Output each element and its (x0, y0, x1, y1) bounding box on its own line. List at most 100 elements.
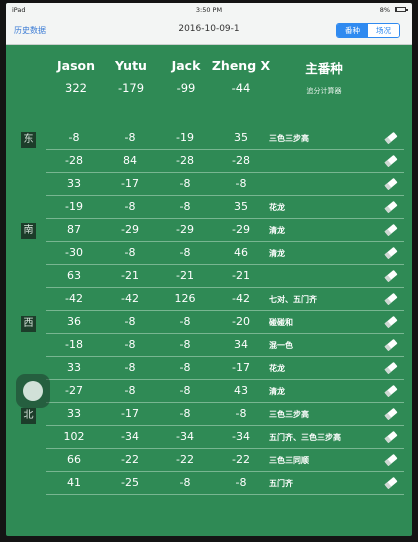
round-row[interactable]: 66 -22 -22 -22 三色三同顺 (46, 449, 404, 472)
score-cell: -8 (124, 361, 136, 374)
round-row[interactable]: 33 -17 -8 -8 (46, 173, 404, 196)
score-cell: -22 (121, 453, 139, 466)
score-cell: -8 (179, 361, 191, 374)
round-row[interactable]: -28 84 -28 -28 (46, 150, 404, 173)
score-cell: -18 (65, 338, 83, 351)
round-row[interactable]: -30 -8 -8 46 清龙 (46, 242, 404, 265)
segment-hand-types[interactable]: 番种 (337, 24, 368, 37)
round-row[interactable]: 36 -8 -8 -20 碰碰和 (46, 311, 404, 334)
score-cell: 87 (67, 223, 81, 236)
score-cell: -8 (179, 200, 191, 213)
eraser-icon[interactable] (384, 178, 398, 191)
score-cell: -28 (65, 154, 83, 167)
score-cell: -17 (121, 177, 139, 190)
score-cell: 43 (234, 384, 248, 397)
score-cell: 66 (67, 453, 81, 466)
score-cell: -19 (65, 200, 83, 213)
score-cell: -8 (179, 384, 191, 397)
round-list: -8 -8 -19 35 三色三步高 -28 84 -28 -28 33 -17 -8 -8 -19 -8-… (46, 127, 404, 495)
score-cell: -8 (124, 315, 136, 328)
segment-game-status[interactable]: 场况 (368, 24, 399, 37)
score-cell: -34 (232, 430, 250, 443)
hand-type-label: 五门齐 (269, 479, 293, 488)
score-calculator-link[interactable]: 追分计算器 (284, 86, 364, 96)
round-row[interactable]: -27 -8 -8 43 清龙 (46, 380, 404, 403)
battery-icon (395, 7, 408, 12)
score-cell: -8 (124, 200, 136, 213)
eraser-icon[interactable] (384, 385, 398, 398)
eraser-icon[interactable] (384, 247, 398, 260)
score-cell: -8 (179, 476, 191, 489)
score-cell: 102 (63, 430, 85, 443)
score-cell: -8 (179, 407, 191, 420)
assistive-touch-button[interactable] (16, 374, 50, 408)
score-cell: -8 (68, 131, 80, 144)
round-row[interactable]: 63 -21 -21 -21 (46, 265, 404, 288)
hand-type-label: 七对、五门齐 (269, 295, 317, 304)
round-row[interactable]: -18 -8 -8 34 混一色 (46, 334, 404, 357)
score-cell: -27 (65, 384, 83, 397)
score-cell: -8 (235, 476, 247, 489)
score-cell: -28 (176, 154, 194, 167)
eraser-icon[interactable] (384, 201, 398, 214)
score-cell: -17 (121, 407, 139, 420)
battery-fill (396, 8, 397, 11)
hand-type-label: 三色三同顺 (269, 456, 309, 465)
eraser-icon[interactable] (384, 293, 398, 306)
eraser-icon[interactable] (384, 270, 398, 283)
player-name: Zheng X (211, 58, 271, 73)
hand-type-label: 三色三步高 (269, 410, 309, 419)
score-cell: -8 (124, 246, 136, 259)
round-row[interactable]: 41 -25 -8 -8 五门齐 (46, 472, 404, 495)
battery-percent: 8% (379, 6, 390, 14)
score-cell: 33 (67, 407, 81, 420)
eraser-icon[interactable] (384, 155, 398, 168)
hand-type-label: 花龙 (269, 364, 285, 373)
status-bar: iPad 3:50 PM 8% (6, 3, 412, 16)
eraser-icon[interactable] (384, 132, 398, 145)
eraser-icon[interactable] (384, 408, 398, 421)
wind-label-east: 东 (21, 132, 36, 148)
eraser-icon[interactable] (384, 224, 398, 237)
clock: 3:50 PM (195, 6, 223, 14)
round-row[interactable]: 102 -34 -34 -34 五门齐、三色三步高 (46, 426, 404, 449)
score-cell: -8 (235, 177, 247, 190)
round-row[interactable]: 33 -17 -8 -8 三色三步高 (46, 403, 404, 426)
view-segmented-control: 番种 场况 (336, 23, 400, 38)
eraser-icon[interactable] (384, 477, 398, 490)
score-cell: -21 (232, 269, 250, 282)
navigation-bar: 历史数据 2016-10-09-1 番种 场况 (6, 16, 412, 45)
eraser-icon[interactable] (384, 316, 398, 329)
round-row[interactable]: -8 -8 -19 35 三色三步高 (46, 127, 404, 150)
score-cell: -28 (232, 154, 250, 167)
round-row[interactable]: -42 -42 126 -42 七对、五门齐 (46, 288, 404, 311)
score-cell: 63 (67, 269, 81, 282)
score-cell: -29 (176, 223, 194, 236)
score-cell: -17 (232, 361, 250, 374)
score-cell: -42 (232, 292, 250, 305)
score-cell: 41 (67, 476, 81, 489)
round-row[interactable]: -19 -8 -8 35 花龙 (46, 196, 404, 219)
score-cell: -8 (124, 338, 136, 351)
hand-type-label: 三色三步高 (269, 134, 309, 143)
score-cell: -25 (121, 476, 139, 489)
score-cell: -19 (176, 131, 194, 144)
round-row[interactable]: 87 -29 -29 -29 清龙 (46, 219, 404, 242)
round-row[interactable]: 33 -8 -8 -17 花龙 (46, 357, 404, 380)
score-cell: 33 (67, 177, 81, 190)
ipad-screen: iPad 3:50 PM 8% 历史数据 2016-10-09-1 番种 场况 … (6, 3, 412, 536)
score-cell: -29 (121, 223, 139, 236)
main-hand-header: 主番种 追分计算器 (284, 58, 364, 96)
score-cell: 35 (234, 131, 248, 144)
score-cell: -8 (124, 131, 136, 144)
score-cell: -22 (176, 453, 194, 466)
eraser-icon[interactable] (384, 431, 398, 444)
score-cell: 36 (67, 315, 81, 328)
eraser-icon[interactable] (384, 362, 398, 375)
score-cell: -8 (235, 407, 247, 420)
eraser-icon[interactable] (384, 454, 398, 467)
score-cell: -22 (232, 453, 250, 466)
eraser-icon[interactable] (384, 339, 398, 352)
score-cell: -21 (121, 269, 139, 282)
score-cell: -20 (232, 315, 250, 328)
